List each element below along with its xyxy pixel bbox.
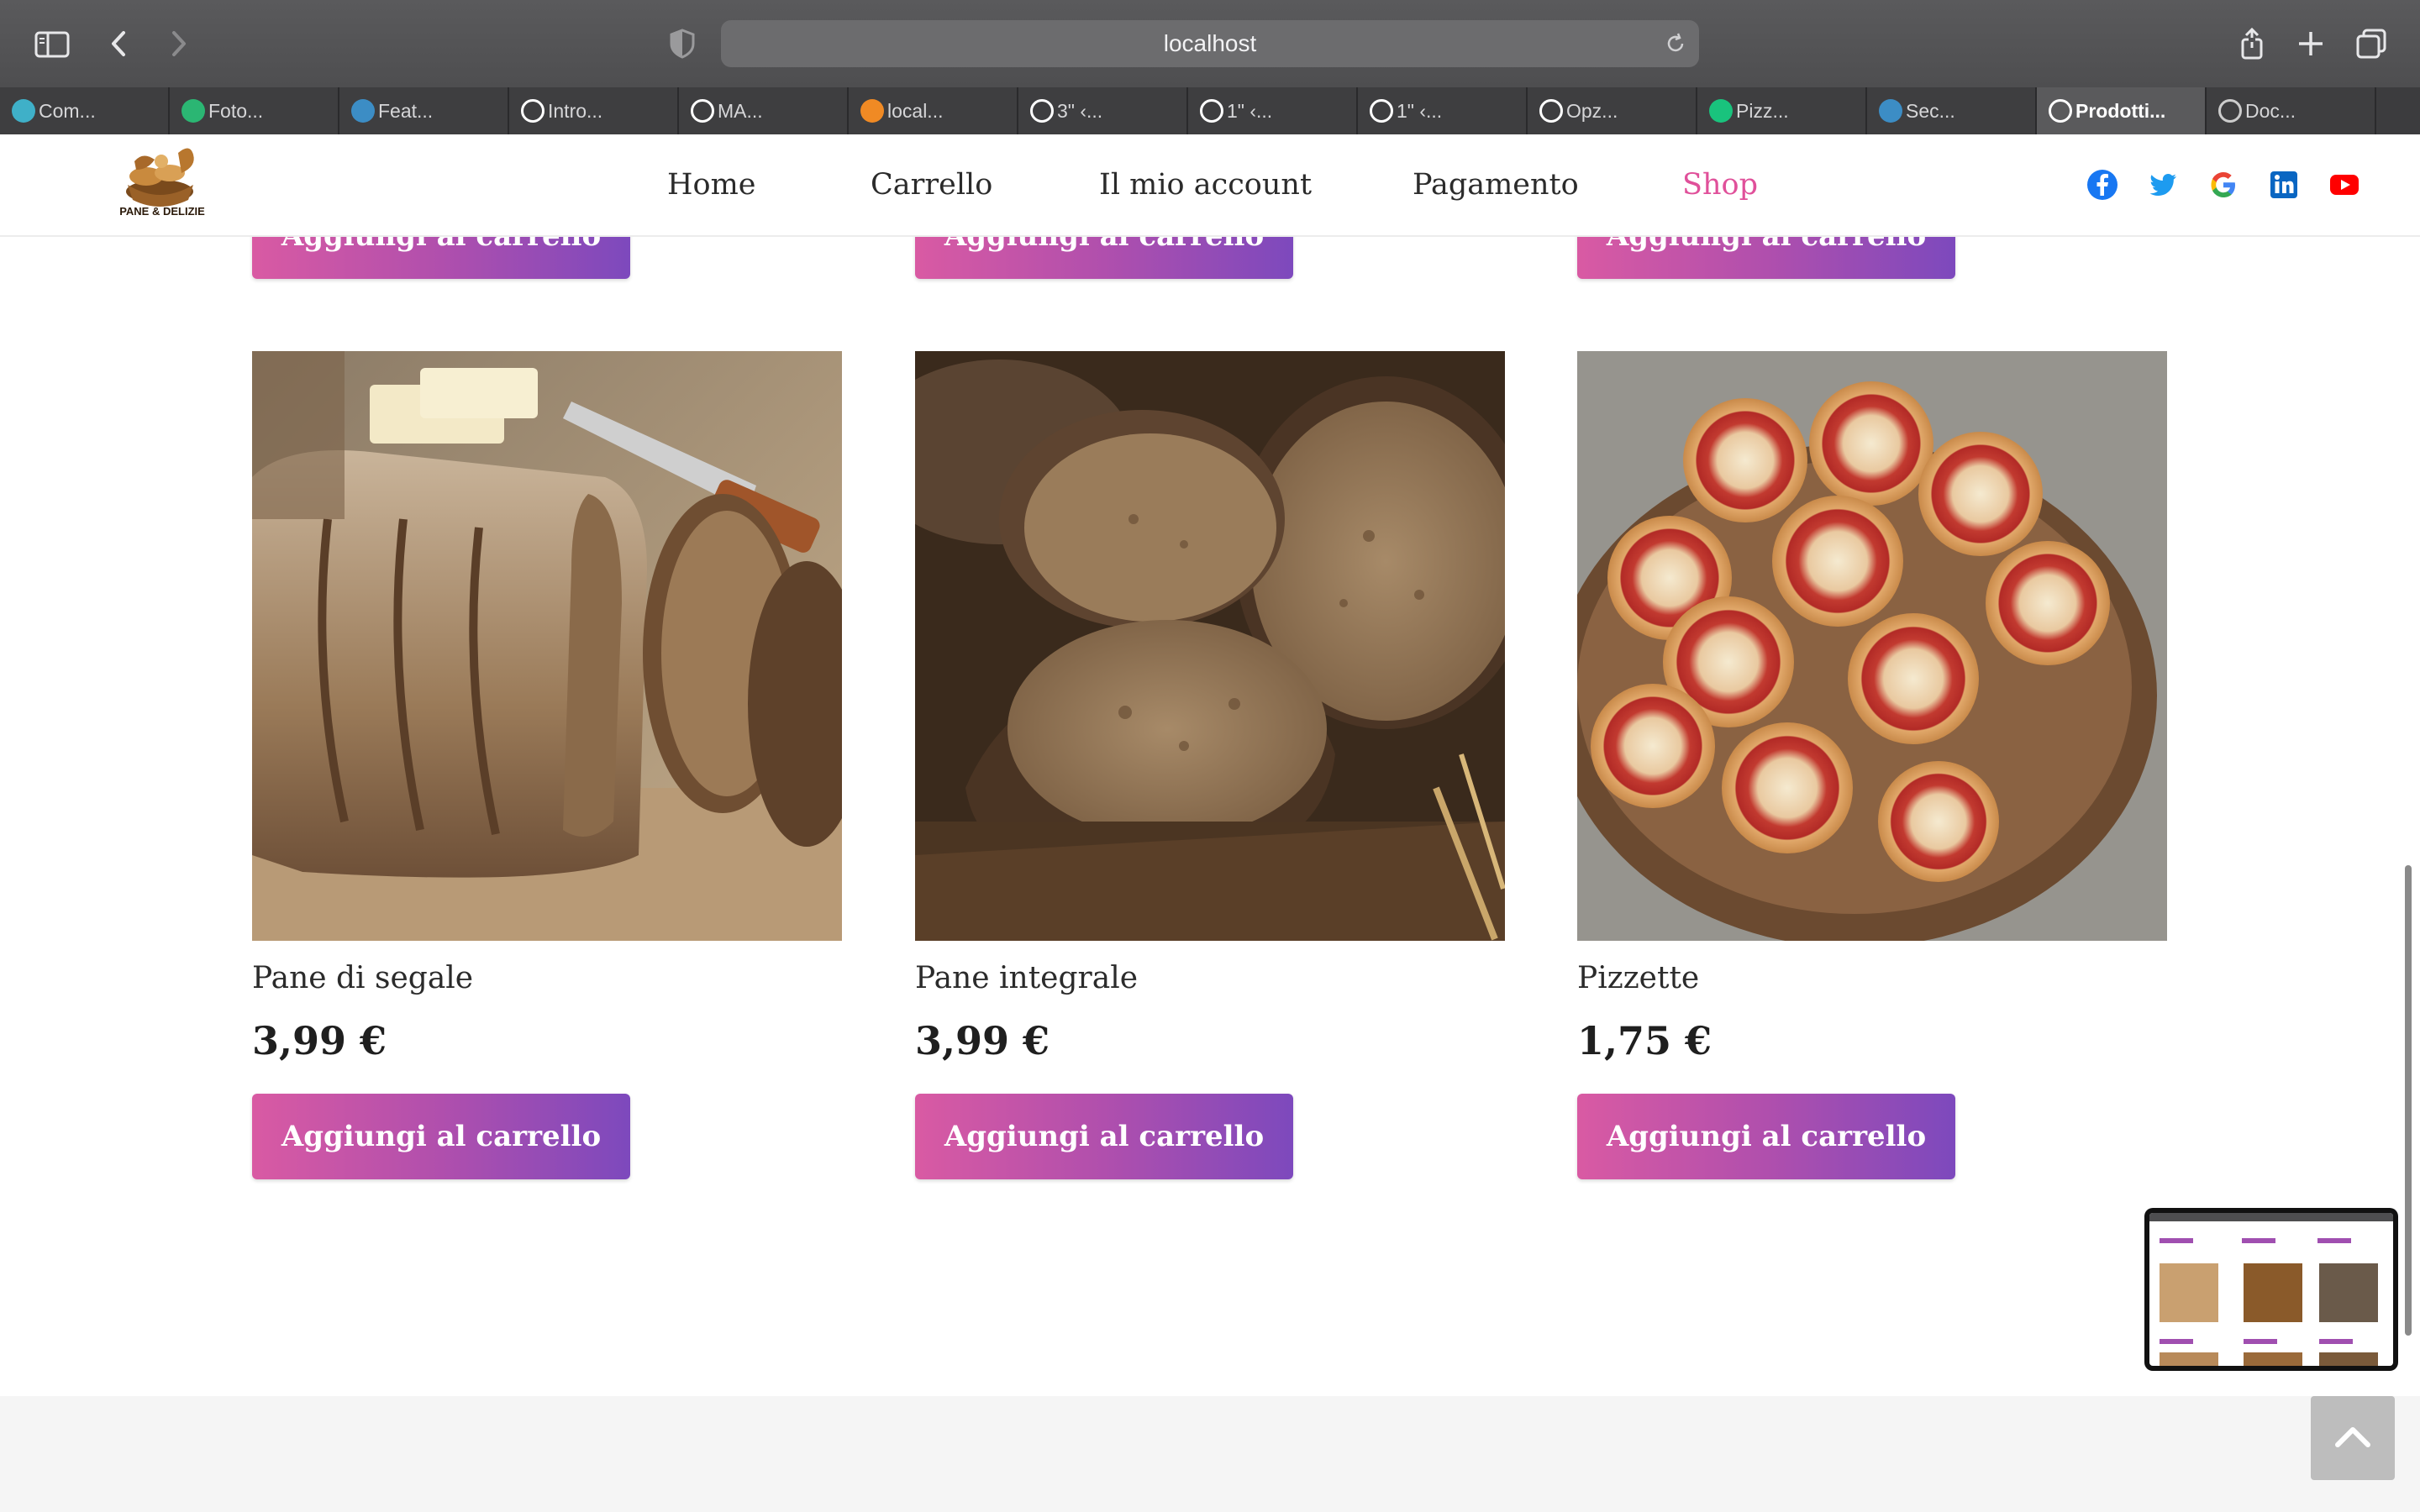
- cloud-icon: [12, 99, 35, 123]
- chevron-up-icon: [2335, 1427, 2370, 1447]
- forward-icon[interactable]: [160, 25, 197, 62]
- product-image-rye-bread[interactable]: [252, 351, 842, 941]
- browser-tab[interactable]: Doc...: [2207, 87, 2376, 134]
- url-text: localhost: [1163, 30, 1257, 56]
- reload-icon[interactable]: [1662, 30, 1689, 57]
- footer: [0, 1396, 2420, 1512]
- browser-tab-label: Feat...: [378, 99, 434, 122]
- elephant-icon: [2049, 99, 2072, 123]
- site-logo[interactable]: PANE & DELIZIE: [109, 136, 215, 227]
- browser-tab-label: local...: [887, 99, 944, 122]
- add-to-cart-button[interactable]: Aggiungi al carrello: [252, 1094, 630, 1179]
- openai-icon: [521, 99, 544, 123]
- add-to-cart-button[interactable]: Aggiungi al carrello: [915, 1094, 1293, 1179]
- browser-tab[interactable]: Opz...: [1528, 87, 1697, 134]
- browser-tab-label: Doc...: [2245, 99, 2296, 122]
- chatgpt-icon: [1709, 99, 1733, 123]
- google-icon[interactable]: [2207, 168, 2240, 202]
- twitter-icon[interactable]: [2146, 168, 2180, 202]
- browser-tab[interactable]: Intro...: [509, 87, 679, 134]
- back-to-top-button[interactable]: [2311, 1396, 2395, 1480]
- elephant-icon: [691, 99, 714, 123]
- wordpress-icon: [351, 99, 375, 123]
- browser-tab[interactable]: Com...: [0, 87, 170, 134]
- product-name[interactable]: Pizzette: [1577, 961, 1699, 995]
- preview-snapshot: [2149, 1213, 2393, 1366]
- browser-tab-label: Pizz...: [1736, 99, 1789, 122]
- sidebar-toggle-icon[interactable]: [34, 25, 71, 62]
- nav-carrello[interactable]: Carrello: [871, 134, 992, 235]
- address-bar[interactable]: localhost: [721, 20, 1699, 67]
- nav-home[interactable]: Home: [667, 134, 756, 235]
- browser-tab[interactable]: 1" ‹...: [1358, 87, 1528, 134]
- wordpress-icon: [1879, 99, 1902, 123]
- browser-toolbar: localhost: [0, 0, 2420, 89]
- linkedin-icon[interactable]: [2267, 168, 2301, 202]
- product-price: 3,99 €: [915, 1018, 1050, 1063]
- site-header: PANE & DELIZIE Home Carrello Il mio acco…: [0, 134, 2420, 237]
- product-name[interactable]: Pane di segale: [252, 961, 473, 995]
- elephant-icon: [1200, 99, 1223, 123]
- browser-tab[interactable]: MA...: [679, 87, 849, 134]
- product-price: 1,75 €: [1577, 1018, 1712, 1063]
- nav-pagamento[interactable]: Pagamento: [1413, 134, 1579, 235]
- browser-tab-label: Com...: [39, 99, 96, 122]
- nav-shop[interactable]: Shop: [1682, 134, 1758, 235]
- browser-tab[interactable]: Pizz...: [1697, 87, 1867, 134]
- nav-il-mio-account[interactable]: Il mio account: [1099, 134, 1312, 235]
- browser-tab-label: Opz...: [1566, 99, 1618, 122]
- browser-tab[interactable]: Prodotti...: [2037, 87, 2207, 134]
- elephant-icon: [1539, 99, 1563, 123]
- browser-tab-label: Sec...: [1906, 99, 1955, 122]
- product-image-wholegrain-bread[interactable]: [915, 351, 1505, 941]
- youtube-icon[interactable]: [2328, 168, 2361, 202]
- browser-tab-label: Foto...: [208, 99, 264, 122]
- add-to-cart-button[interactable]: Aggiungi al carrello: [1577, 1094, 1955, 1179]
- browser-tab-label: Prodotti...: [2075, 99, 2166, 122]
- privacy-shield-icon[interactable]: [664, 25, 701, 62]
- browser-tab-label: 1" ‹...: [1227, 99, 1273, 122]
- browser-tab-label: 1" ‹...: [1397, 99, 1443, 122]
- tab-overview-icon[interactable]: [2353, 25, 2390, 62]
- browser-tab[interactable]: local...: [849, 87, 1018, 134]
- browser-tab[interactable]: Feat...: [339, 87, 509, 134]
- window-preview-thumbnail[interactable]: [2144, 1208, 2398, 1371]
- p-letter-icon: [182, 99, 205, 123]
- xampp-icon: [860, 99, 884, 123]
- elephant-icon: [1370, 99, 1393, 123]
- facebook-icon[interactable]: [2086, 168, 2119, 202]
- back-icon[interactable]: [101, 25, 138, 62]
- product-image-mini-pizzas[interactable]: [1577, 351, 2167, 941]
- browser-tab[interactable]: 1" ‹...: [1188, 87, 1358, 134]
- logo-text: PANE & DELIZIE: [119, 205, 205, 218]
- browser-tab[interactable]: 3" ‹...: [1018, 87, 1188, 134]
- browser-tab[interactable]: Foto...: [170, 87, 339, 134]
- page-scrollbar[interactable]: [2405, 865, 2412, 1336]
- share-icon[interactable]: [2233, 25, 2270, 62]
- browser-tab-label: Intro...: [548, 99, 603, 122]
- elephant-icon: [1030, 99, 1054, 123]
- browser-tab-label: MA...: [718, 99, 763, 122]
- browser-tab-label: 3" ‹...: [1057, 99, 1103, 122]
- compass-icon: [2218, 99, 2242, 123]
- new-tab-icon[interactable]: [2292, 25, 2329, 62]
- product-price: 3,99 €: [252, 1018, 387, 1063]
- tab-bar: Com... Foto... Feat... Intro... MA... local..…: [0, 87, 2420, 134]
- product-name[interactable]: Pane integrale: [915, 961, 1138, 995]
- browser-tab[interactable]: Sec...: [1867, 87, 2037, 134]
